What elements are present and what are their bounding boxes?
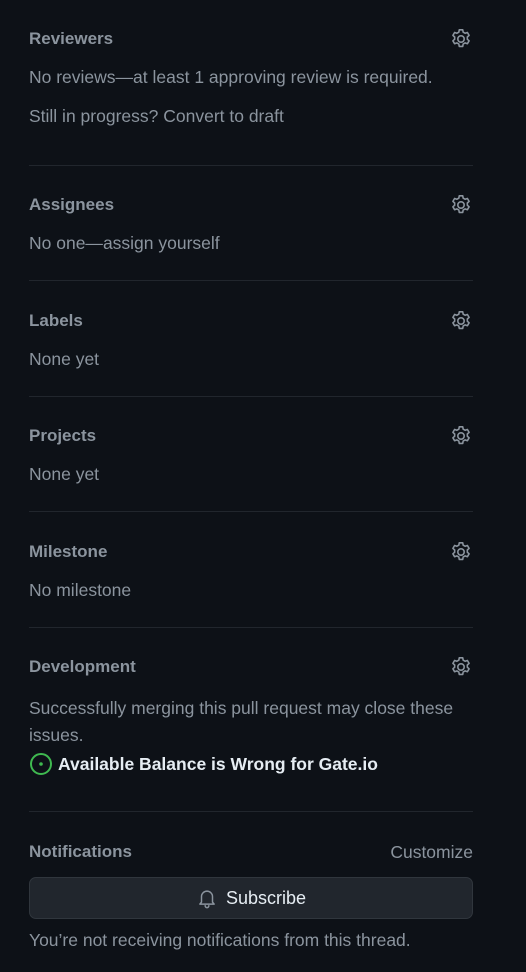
reviewers-section: Reviewers No reviews—at least 1 approvin… [29, 29, 473, 139]
bell-icon [196, 887, 218, 909]
projects-heading: Projects [29, 426, 97, 445]
assign-yourself-link[interactable]: assign yourself [103, 233, 220, 253]
divider [29, 627, 473, 628]
assignees-status: No one—assign yourself [29, 233, 220, 253]
notifications-status: You’re not receiving notifications from … [29, 930, 411, 950]
milestone-heading: Milestone [29, 542, 108, 561]
assignees-section: Assignees No one—assign yourself [29, 195, 473, 255]
reviewers-status: No reviews—at least 1 approving review i… [29, 67, 433, 87]
subscribe-button[interactable]: Subscribe [29, 877, 473, 919]
development-gear-icon[interactable] [449, 655, 473, 679]
draft-row: Still in progress? Convert to draft [29, 106, 284, 126]
labels-heading: Labels [29, 311, 83, 330]
divider [29, 811, 473, 812]
linked-issue[interactable]: Available Balance is Wrong for Gate.io [29, 752, 473, 776]
divider [29, 280, 473, 281]
issue-opened-icon [29, 752, 53, 776]
linked-issue-title[interactable]: Available Balance is Wrong for Gate.io [58, 754, 378, 774]
milestone-section: Milestone No milestone [29, 542, 473, 602]
projects-gear-icon[interactable] [449, 424, 473, 448]
development-heading: Development [29, 657, 136, 676]
projects-section: Projects None yet [29, 426, 473, 486]
convert-to-draft-link[interactable]: Convert to draft [163, 106, 284, 126]
reviewers-heading: Reviewers [29, 29, 114, 48]
subscribe-label: Subscribe [225, 888, 307, 908]
milestone-gear-icon[interactable] [449, 540, 473, 564]
projects-status: None yet [29, 464, 100, 484]
divider [29, 396, 473, 397]
milestone-status: No milestone [29, 580, 132, 600]
divider [29, 165, 473, 166]
labels-status: None yet [29, 349, 100, 369]
labels-gear-icon[interactable] [449, 309, 473, 333]
development-description: Successfully merging this pull request m… [29, 698, 454, 745]
assignees-gear-icon[interactable] [449, 193, 473, 217]
divider [29, 511, 473, 512]
notifications-section: Notifications Customize Subscribe You’re… [29, 842, 473, 957]
reviewers-gear-icon[interactable] [449, 27, 473, 51]
draft-prompt: Still in progress? [29, 106, 164, 126]
pull-request-sidebar: Reviewers No reviews—at least 1 approvin… [0, 0, 526, 972]
assignees-status-prefix: No one— [29, 233, 103, 253]
customize-notifications-link[interactable]: Customize [390, 842, 473, 862]
development-section: Development Successfully merging this pu… [29, 657, 473, 787]
assignees-heading: Assignees [29, 195, 115, 214]
labels-section: Labels None yet [29, 311, 473, 371]
notifications-heading: Notifications [29, 842, 132, 861]
